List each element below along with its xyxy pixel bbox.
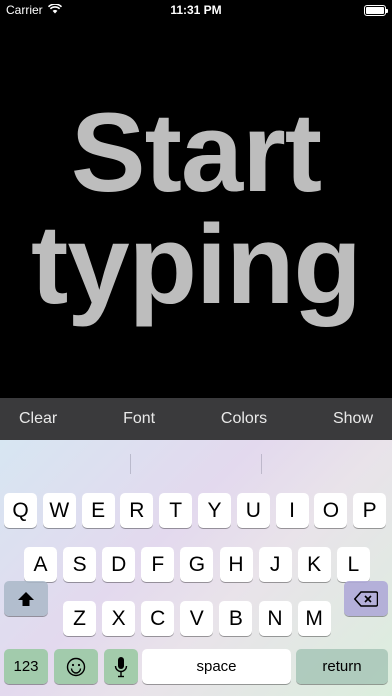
- key-v[interactable]: V: [180, 601, 214, 636]
- status-left: Carrier: [6, 3, 62, 17]
- key-g[interactable]: G: [180, 547, 214, 582]
- return-key[interactable]: return: [296, 649, 388, 684]
- delete-key[interactable]: [344, 581, 388, 616]
- key-d[interactable]: D: [102, 547, 136, 582]
- emoji-key[interactable]: [54, 649, 98, 684]
- key-k[interactable]: K: [297, 547, 331, 582]
- battery-fill: [366, 6, 384, 14]
- key-q[interactable]: Q: [4, 493, 37, 528]
- numbers-key[interactable]: 123: [4, 649, 48, 684]
- space-key[interactable]: space: [142, 649, 291, 684]
- toolbar: Clear Font Colors Show: [0, 398, 392, 440]
- clear-button[interactable]: Clear: [19, 410, 57, 428]
- key-u[interactable]: U: [236, 493, 270, 528]
- key-i[interactable]: I: [275, 493, 309, 528]
- key-b[interactable]: B: [219, 601, 253, 636]
- key-z[interactable]: Z: [63, 601, 96, 636]
- key-c[interactable]: C: [141, 601, 175, 636]
- battery-icon: [364, 4, 388, 16]
- key-w[interactable]: W: [42, 493, 76, 528]
- font-button[interactable]: Font: [123, 410, 155, 428]
- key-m[interactable]: M: [297, 601, 331, 636]
- key-j[interactable]: J: [258, 547, 292, 582]
- wifi-icon: [47, 3, 62, 17]
- dictation-key[interactable]: [104, 649, 138, 684]
- delete-icon: [354, 590, 378, 607]
- shift-icon: [18, 591, 34, 606]
- status-bar: Carrier 11:31 PM: [0, 0, 392, 20]
- shift-key[interactable]: [4, 581, 48, 616]
- keyboard: QWERTYUIOP ASDFGHJKL ZXCVBNM 123 space r…: [0, 440, 392, 696]
- text-canvas[interactable]: Start typing: [0, 20, 392, 398]
- key-h[interactable]: H: [219, 547, 253, 582]
- key-t[interactable]: T: [159, 493, 193, 528]
- show-button[interactable]: Show: [333, 410, 373, 428]
- placeholder-text: Start typing: [31, 90, 362, 327]
- key-e[interactable]: E: [81, 493, 115, 528]
- suggestion-divider: [261, 454, 262, 474]
- suggestion-divider: [130, 454, 131, 474]
- key-x[interactable]: X: [102, 601, 136, 636]
- key-a[interactable]: A: [24, 547, 57, 582]
- key-y[interactable]: Y: [198, 493, 231, 528]
- microphone-icon: [114, 656, 128, 677]
- key-p[interactable]: P: [353, 493, 387, 528]
- suggestion-bar[interactable]: [0, 440, 392, 484]
- key-r[interactable]: R: [120, 493, 154, 528]
- emoji-icon: [66, 657, 86, 676]
- key-s[interactable]: S: [63, 547, 97, 582]
- key-l[interactable]: L: [336, 547, 370, 582]
- colors-button[interactable]: Colors: [221, 410, 267, 428]
- carrier-label: Carrier: [6, 3, 43, 17]
- key-n[interactable]: N: [258, 601, 292, 636]
- key-f[interactable]: F: [141, 547, 175, 582]
- key-o[interactable]: O: [314, 493, 348, 528]
